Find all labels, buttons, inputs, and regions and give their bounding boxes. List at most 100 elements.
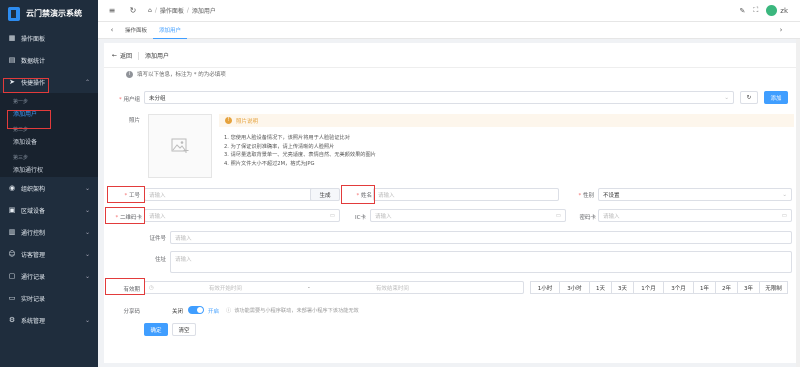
logo-icon bbox=[8, 6, 20, 21]
id-label: 证件号 bbox=[149, 236, 166, 242]
sidebar-item-label: 通行控制 bbox=[21, 229, 46, 237]
share-note: ⓘ 该功能需要与小程序联动，未部署小程序下该功能无效 bbox=[226, 308, 359, 314]
menu-icon[interactable]: ≡ bbox=[105, 6, 119, 15]
avatar bbox=[766, 5, 778, 16]
sidebar-item-label: 操作面板 bbox=[21, 35, 46, 43]
warning-icon: ! bbox=[225, 117, 232, 124]
id-input[interactable]: 请输入 bbox=[170, 231, 792, 244]
brush-icon[interactable]: ✎ bbox=[739, 7, 745, 15]
period-button[interactable]: 3个月 bbox=[664, 281, 694, 294]
chevron-down-icon: ⌄ bbox=[84, 316, 90, 324]
realtime-icon: ▭ bbox=[8, 294, 16, 302]
photo-note: ! 照片说明 bbox=[219, 114, 794, 127]
topbar-right: ✎ ⛶ zk bbox=[739, 5, 788, 16]
chevron-down-icon: ⌄ bbox=[84, 184, 90, 192]
job-input[interactable]: 请输入 bbox=[144, 188, 334, 201]
group-select[interactable]: 未分组 ⌄ bbox=[144, 91, 734, 104]
ic-input[interactable]: 请输入 ▭ bbox=[370, 209, 566, 222]
sidebar-item-label: 区域设备 bbox=[21, 207, 46, 215]
pwd-input[interactable]: 请输入 ▭ bbox=[598, 209, 792, 222]
fullscreen-icon[interactable]: ⛶ bbox=[753, 6, 758, 15]
breadcrumb-item[interactable]: 操作面板 bbox=[160, 6, 184, 15]
addr-input[interactable]: 请输入 bbox=[170, 251, 792, 273]
period-button[interactable]: 1年 bbox=[694, 281, 716, 294]
back-button[interactable]: ← 返回 bbox=[112, 51, 132, 60]
sidebar: 云门禁演示系统 ▦ 操作面板 ▤ 数据统计 ➤ 快捷操作 ⌃ 第一步 添加用户 … bbox=[0, 0, 98, 367]
chevron-down-icon: ⌄ bbox=[84, 272, 90, 280]
refresh-icon[interactable]: ↻ bbox=[126, 6, 140, 15]
form-card: ← 返回 添加用户 i 填写以下信息，标注为 * 的为必填项 * 用户组 未分组… bbox=[104, 43, 796, 363]
device-icon: ▣ bbox=[8, 206, 16, 214]
tab-add-user[interactable]: 添加用户 bbox=[153, 22, 188, 39]
qr-input[interactable]: 请输入 ▭ bbox=[144, 209, 340, 222]
refresh-icon: ↻ bbox=[746, 94, 752, 101]
sidebar-item-org[interactable]: ◉ 组织架构 ⌄ bbox=[0, 177, 98, 199]
sidebar-item-visitors[interactable]: ☺ 访客管理 ⌄ bbox=[0, 243, 98, 265]
breadcrumb: ⌂ / 操作面板 / 添加用户 bbox=[148, 6, 216, 15]
tabs-bar: ‹ 操作面板 添加用户 › bbox=[98, 22, 800, 39]
sidebar-item-label: 通行记录 bbox=[21, 273, 46, 281]
period-button[interactable]: 无限制 bbox=[760, 281, 788, 294]
sidebar-item-label: 系统管理 bbox=[21, 317, 46, 325]
chevron-left-icon[interactable]: ‹ bbox=[105, 26, 119, 34]
period-button[interactable]: 1天 bbox=[590, 281, 612, 294]
pwd-label: 密码卡 bbox=[579, 215, 596, 221]
submit-button[interactable]: 确定 bbox=[144, 323, 168, 336]
app-logo: 云门禁演示系统 bbox=[0, 0, 98, 27]
sidebar-item-label: 访客管理 bbox=[21, 251, 46, 259]
share-toggle[interactable] bbox=[188, 306, 204, 314]
topbar: ≡ ↻ ⌂ / 操作面板 / 添加用户 ✎ ⛶ zk bbox=[98, 0, 800, 22]
sidebar-item-label: 数据统计 bbox=[21, 57, 46, 65]
share-off-label: 关闭 bbox=[172, 309, 184, 315]
visitor-icon: ☺ bbox=[8, 250, 16, 258]
sidebar-item-add-device[interactable]: 添加设备 bbox=[0, 133, 98, 149]
photo-upload[interactable] bbox=[148, 114, 212, 178]
sidebar-item-devices[interactable]: ▣ 区域设备 ⌄ bbox=[0, 199, 98, 221]
period-button[interactable]: 3年 bbox=[738, 281, 760, 294]
breadcrumb-item: 添加用户 bbox=[191, 8, 216, 15]
highlight-box bbox=[3, 78, 49, 93]
form-notice: i 填写以下信息，标注为 * 的为必填项 bbox=[126, 70, 226, 78]
app-title: 云门禁演示系统 bbox=[26, 9, 82, 18]
name-input[interactable]: 请输入 bbox=[373, 188, 559, 201]
home-icon[interactable]: ⌂ bbox=[148, 7, 152, 14]
photo-rules: 1. 您使用人脸设备情况下，该照片将用于人脸验证比对 2. 为了保证识别准确率，… bbox=[224, 135, 376, 167]
chart-icon: ▤ bbox=[8, 56, 16, 64]
period-button[interactable]: 2年 bbox=[716, 281, 738, 294]
highlight-box bbox=[341, 185, 375, 204]
dashboard-icon: ▦ bbox=[8, 34, 16, 42]
generate-button[interactable]: 生成 bbox=[310, 188, 340, 201]
org-icon: ◉ bbox=[8, 184, 16, 192]
chevron-down-icon: ⌄ bbox=[724, 94, 729, 101]
username: zk bbox=[780, 6, 788, 15]
addr-label: 住址 bbox=[154, 257, 166, 263]
period-button[interactable]: 1个月 bbox=[634, 281, 664, 294]
tab-dashboard[interactable]: 操作面板 bbox=[119, 22, 153, 39]
gender-select[interactable]: 不设置 ⌄ bbox=[598, 188, 792, 201]
chevron-down-icon: ⌄ bbox=[84, 250, 90, 258]
scrollbar[interactable] bbox=[796, 39, 800, 367]
period-button[interactable]: 3小时 bbox=[560, 281, 590, 294]
period-button[interactable]: 1小时 bbox=[530, 281, 560, 294]
user-menu[interactable]: zk bbox=[766, 5, 788, 16]
sidebar-item-dashboard[interactable]: ▦ 操作面板 bbox=[0, 27, 98, 49]
card-icon: ▭ bbox=[555, 212, 561, 219]
reset-button[interactable]: 清空 bbox=[172, 323, 196, 336]
add-group-button[interactable]: 添加 bbox=[764, 91, 788, 104]
settings-icon: ⚙ bbox=[8, 316, 16, 324]
sidebar-item-stats[interactable]: ▤ 数据统计 bbox=[0, 49, 98, 71]
card-icon: ▭ bbox=[781, 212, 787, 219]
chevron-up-icon: ⌃ bbox=[84, 78, 90, 86]
gender-label: * 性别 bbox=[578, 193, 594, 199]
sidebar-item-records[interactable]: ▢ 通行记录 ⌄ bbox=[0, 265, 98, 287]
chevron-right-icon[interactable]: › bbox=[774, 26, 788, 34]
sidebar-item-access[interactable]: ▥ 通行控制 ⌄ bbox=[0, 221, 98, 243]
period-button[interactable]: 3天 bbox=[612, 281, 634, 294]
sidebar-item-system[interactable]: ⚙ 系统管理 ⌄ bbox=[0, 309, 98, 331]
valid-range-picker[interactable]: ◷ 有效开始时间 - 有效结束时间 bbox=[144, 281, 524, 294]
refresh-group-button[interactable]: ↻ bbox=[740, 91, 758, 104]
highlight-box bbox=[105, 278, 145, 295]
sidebar-item-realtime[interactable]: ▭ 实时记录 bbox=[0, 287, 98, 309]
sidebar-item-add-access[interactable]: 添加通行权 bbox=[0, 161, 98, 177]
chevron-down-icon: ⌄ bbox=[782, 191, 787, 198]
